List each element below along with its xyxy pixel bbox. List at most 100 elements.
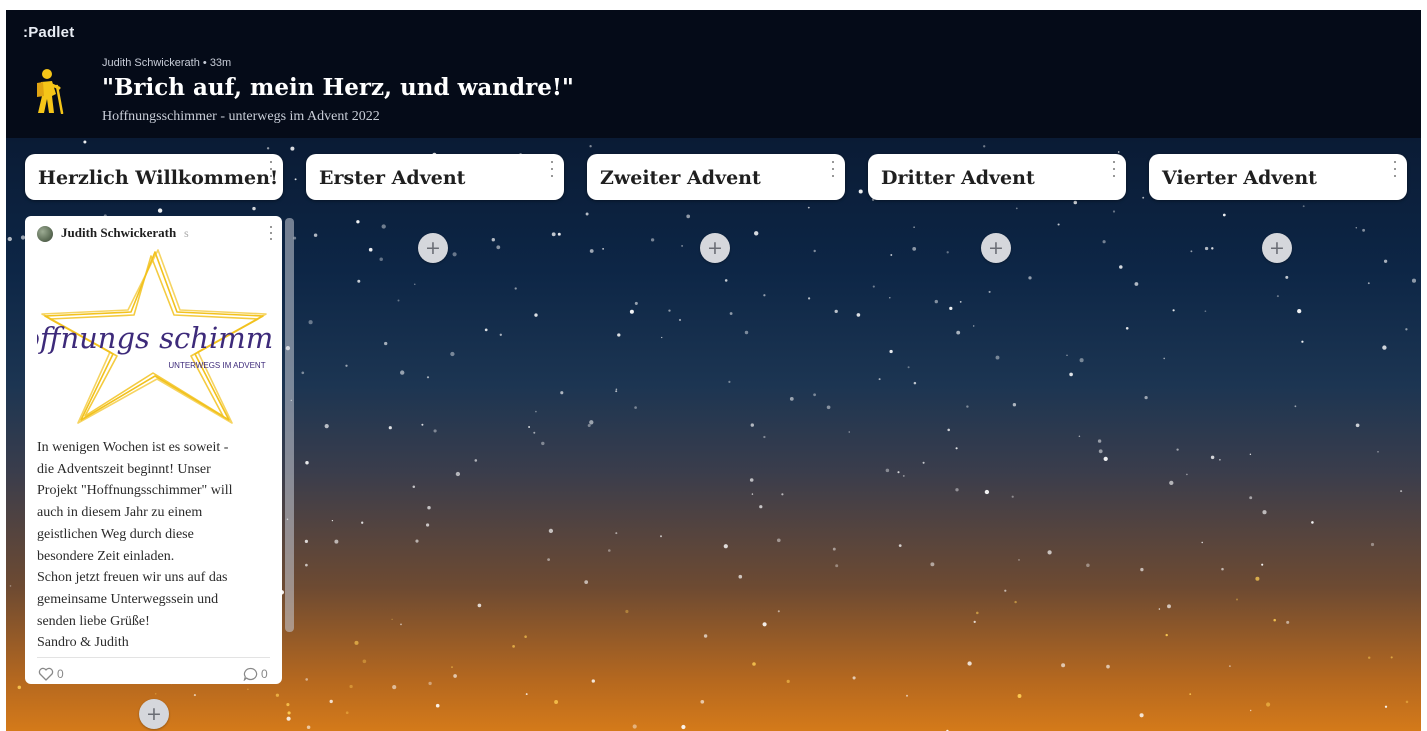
snow-particle	[650, 238, 655, 242]
post-menu-icon[interactable]	[267, 226, 275, 240]
snow-particle	[776, 538, 781, 543]
column-menu-icon[interactable]	[829, 161, 837, 177]
snow-particle	[1367, 656, 1371, 659]
snow-particle	[1163, 357, 1166, 360]
snow-particle	[534, 313, 538, 317]
snow-particle	[1097, 439, 1102, 443]
snow-particle	[902, 474, 905, 477]
snow-particle	[1362, 228, 1366, 232]
snow-particle	[1066, 354, 1068, 356]
post-card[interactable]: Judith Schwickerath s hoffnungs schimmer…	[25, 216, 282, 684]
snow-particle	[629, 309, 634, 314]
column-header-dritter-advent[interactable]: Dritter Advent	[868, 154, 1126, 200]
snow-particle	[752, 662, 756, 666]
snow-particle	[7, 236, 12, 242]
snow-particle	[329, 699, 333, 704]
snow-particle	[1255, 576, 1260, 581]
snow-particle	[1405, 328, 1408, 331]
add-post-button-vierter-advent[interactable]: +	[1262, 233, 1292, 263]
snow-particle	[1222, 213, 1226, 217]
snow-particle	[1204, 310, 1207, 313]
snow-particle	[1119, 265, 1123, 269]
column-title: Erster Advent	[319, 167, 466, 189]
snow-particle	[615, 388, 618, 391]
column-menu-icon[interactable]	[548, 161, 556, 177]
snow-particle	[889, 297, 891, 299]
snow-particle	[512, 645, 515, 648]
column-menu-icon[interactable]	[1110, 161, 1118, 177]
snow-particle	[455, 471, 461, 477]
snow-particle	[1355, 227, 1358, 229]
post-author[interactable]: Judith Schwickerath	[61, 225, 176, 241]
add-post-button-erster-advent[interactable]: +	[418, 233, 448, 263]
snow-particle	[1204, 246, 1209, 251]
column-header-vierter-advent[interactable]: Vierter Advent	[1149, 154, 1407, 200]
snow-particle	[1301, 340, 1304, 343]
column-scrollbar[interactable]	[285, 218, 294, 632]
snow-particle	[681, 724, 686, 730]
board-time: 33m	[209, 57, 232, 69]
snow-particle	[1400, 490, 1403, 493]
snow-particle	[547, 558, 550, 561]
snow-particle	[252, 206, 256, 211]
snow-particle	[290, 146, 295, 151]
column-header-herzlich-willkommen[interactable]: Herzlich Willkommen!	[25, 154, 283, 200]
column-menu-icon[interactable]	[267, 161, 275, 177]
comment-button[interactable]: 0	[243, 667, 268, 681]
snow-particle	[477, 603, 482, 608]
add-post-button-dritter-advent[interactable]: +	[981, 233, 1011, 263]
snow-particle	[412, 485, 416, 489]
add-post-button-herzlich-willkommen[interactable]: +	[139, 699, 169, 729]
snow-particle	[1355, 423, 1360, 428]
snow-particle	[1117, 151, 1120, 153]
snow-particle	[1370, 542, 1375, 547]
snow-particle	[294, 178, 297, 181]
snow-particle	[305, 461, 309, 465]
snow-particle	[1236, 598, 1238, 601]
snow-particle	[247, 688, 249, 690]
snow-particle	[1144, 395, 1148, 400]
snow-particle	[1078, 435, 1081, 438]
snow-particle	[433, 429, 437, 433]
column-menu-icon[interactable]	[1391, 161, 1399, 177]
post-divider	[37, 657, 270, 658]
snow-particle	[384, 341, 388, 346]
column-header-zweiter-advent[interactable]: Zweiter Advent	[587, 154, 845, 200]
snow-particle	[548, 528, 554, 534]
like-button[interactable]: 0	[38, 667, 64, 681]
hiker-icon	[37, 69, 64, 114]
snow-particle	[763, 435, 766, 439]
snow-particle	[1112, 210, 1116, 213]
avatar[interactable]	[37, 226, 53, 242]
snow-particle	[1221, 567, 1224, 571]
hoffnungsschimmer-logo-image[interactable]: hoffnungs schimmer UNTERWEGS IM ADVENT	[37, 248, 272, 428]
snow-particle	[589, 145, 592, 148]
snow-particle	[451, 666, 453, 668]
snow-particle	[427, 505, 431, 510]
snow-particle	[345, 711, 349, 715]
snow-particle	[1266, 702, 1271, 707]
add-post-button-zweiter-advent[interactable]: +	[700, 233, 730, 263]
snow-particle	[1167, 604, 1171, 609]
column-header-erster-advent[interactable]: Erster Advent	[306, 154, 564, 200]
snow-particle	[308, 320, 313, 325]
snow-particle	[617, 333, 621, 337]
snow-particle	[1012, 403, 1017, 407]
snow-particle	[1165, 633, 1168, 637]
snow-particle	[491, 238, 495, 242]
board-title: "Brich auf, mein Herz, und wandre!"	[102, 74, 574, 101]
padlet-logo[interactable]: :Padlet	[23, 24, 74, 41]
snow-particle	[585, 212, 589, 216]
snow-particle	[897, 471, 900, 474]
snow-particle	[275, 693, 280, 697]
snow-particle	[1297, 308, 1302, 314]
snow-particle	[738, 574, 743, 579]
board-author[interactable]: Judith Schwickerath	[102, 57, 200, 69]
snow-particle	[1377, 451, 1379, 453]
snow-particle	[1125, 326, 1129, 330]
snow-particle	[589, 249, 594, 253]
snow-particle	[852, 676, 856, 680]
snow-particle	[426, 376, 430, 379]
snow-particle	[763, 294, 766, 297]
snow-particle	[660, 535, 662, 538]
